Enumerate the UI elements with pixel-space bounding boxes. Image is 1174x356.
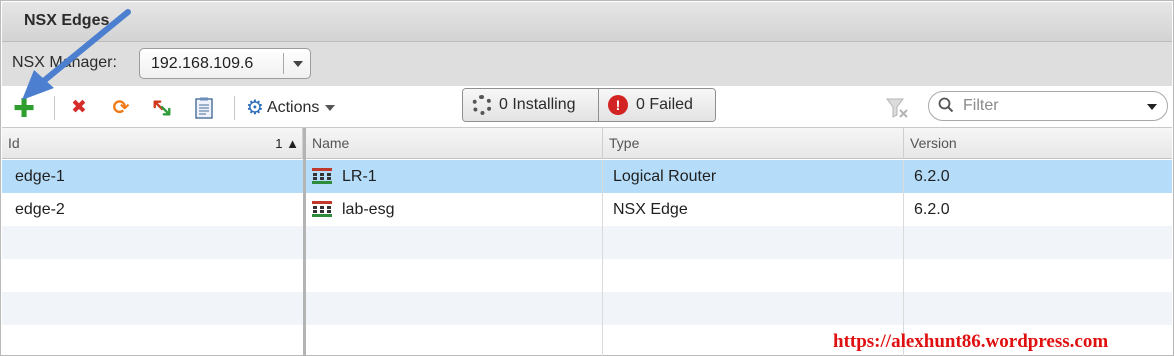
manager-select-value: 192.168.109.6: [151, 55, 254, 72]
edge-id-cell: edge-1: [15, 168, 65, 185]
import-export-icon[interactable]: [152, 98, 172, 118]
error-icon: !: [608, 95, 628, 115]
sort-ascending-icon: ▲: [282, 136, 299, 151]
id-grid: Id 1 ▲ edge-1 edge-2: [2, 128, 304, 356]
empty-row: [2, 259, 303, 292]
logical-router-icon: [312, 168, 332, 184]
filter-input[interactable]: [963, 96, 1143, 116]
column-header-id[interactable]: Id 1 ▲: [2, 128, 303, 159]
manager-select[interactable]: 192.168.109.6: [139, 48, 311, 79]
failed-label: 0 Failed: [636, 96, 693, 113]
edge-name-cell: lab-esg: [306, 193, 603, 226]
failed-button[interactable]: ! 0 Failed: [599, 89, 715, 121]
empty-row: [2, 226, 303, 259]
edge-id-cell: edge-2: [15, 201, 65, 218]
table-row[interactable]: edge-1: [2, 160, 303, 193]
delete-icon[interactable]: ✖: [69, 98, 89, 118]
panel-title: NSX Edges: [24, 12, 110, 29]
edge-type-cell: NSX Edge: [603, 193, 904, 226]
refresh-icon[interactable]: ⟳: [111, 98, 131, 118]
search-icon: [938, 97, 954, 118]
actions-menu-button[interactable]: ⚙ Actions: [246, 96, 336, 120]
toolbar-divider: [234, 96, 235, 120]
empty-cell: [306, 226, 603, 259]
empty-cell: [306, 325, 603, 356]
installing-label: 0 Installing: [499, 96, 576, 113]
table-row[interactable]: lab-esg NSX Edge 6.2.0: [306, 193, 1172, 226]
report-icon[interactable]: [194, 97, 214, 119]
empty-cell: [603, 226, 904, 259]
id-grid-header: Id 1 ▲: [2, 128, 303, 159]
panel-titlebar: NSX Edges: [2, 2, 1172, 42]
gear-icon: ⚙: [246, 97, 264, 119]
actions-label: Actions: [266, 99, 320, 116]
manager-row: NSX Manager: 192.168.109.6: [2, 42, 1172, 86]
edge-version-cell: 6.2.0: [914, 201, 950, 218]
empty-row: [2, 292, 303, 325]
table-row[interactable]: edge-2: [2, 193, 303, 226]
details-grid-header: Name Type Version: [306, 128, 1172, 159]
toolbar: ✚ ✖ ⟳ ⚙ Actions 0 Installing ! 0 Failed …: [2, 86, 1172, 128]
empty-row: [306, 259, 1172, 292]
edge-name-cell: LR-1: [306, 160, 603, 193]
column-header-type[interactable]: Type: [603, 128, 904, 159]
chevron-down-icon[interactable]: [1147, 104, 1157, 110]
empty-cell: [603, 292, 904, 325]
empty-row: [306, 226, 1172, 259]
table-row[interactable]: LR-1 Logical Router 6.2.0: [306, 160, 1172, 193]
column-header-label: Id: [8, 135, 20, 151]
edge-details-grid: Name Type Version LR-1 Logical Router 6.…: [306, 128, 1172, 356]
watermark-url: https://alexhunt86.wordpress.com: [833, 331, 1109, 352]
edge-version-cell: 6.2.0: [914, 168, 950, 185]
empty-cell: [306, 292, 603, 325]
chevron-down-icon[interactable]: [293, 61, 303, 67]
manager-label: NSX Manager:: [12, 54, 117, 71]
toolbar-divider: [54, 96, 55, 120]
edge-type-cell: Logical Router: [603, 160, 904, 193]
empty-cell: [306, 259, 603, 292]
column-header-name[interactable]: Name: [306, 128, 603, 159]
column-header-version[interactable]: Version: [904, 128, 1172, 159]
edge-name: lab-esg: [342, 201, 395, 218]
add-icon[interactable]: ✚: [13, 95, 35, 121]
edge-name: LR-1: [342, 168, 377, 185]
spinner-icon: [472, 95, 492, 115]
empty-row: [2, 325, 303, 356]
empty-cell: [603, 259, 904, 292]
nsx-edges-panel: NSX Edges NSX Manager: 192.168.109.6 ✚ ✖…: [0, 0, 1174, 356]
filter-box: [928, 91, 1168, 121]
deployment-status-group: 0 Installing ! 0 Failed: [462, 88, 716, 122]
installing-button[interactable]: 0 Installing: [463, 89, 599, 121]
sort-index: 1: [275, 136, 283, 151]
sort-indicator: 1 ▲: [275, 136, 299, 151]
empty-row: [306, 292, 1172, 325]
nsx-edge-icon: [312, 201, 332, 217]
clear-filter-icon[interactable]: [885, 97, 909, 119]
chevron-down-icon: [325, 105, 336, 111]
manager-select-divider: [283, 53, 284, 74]
